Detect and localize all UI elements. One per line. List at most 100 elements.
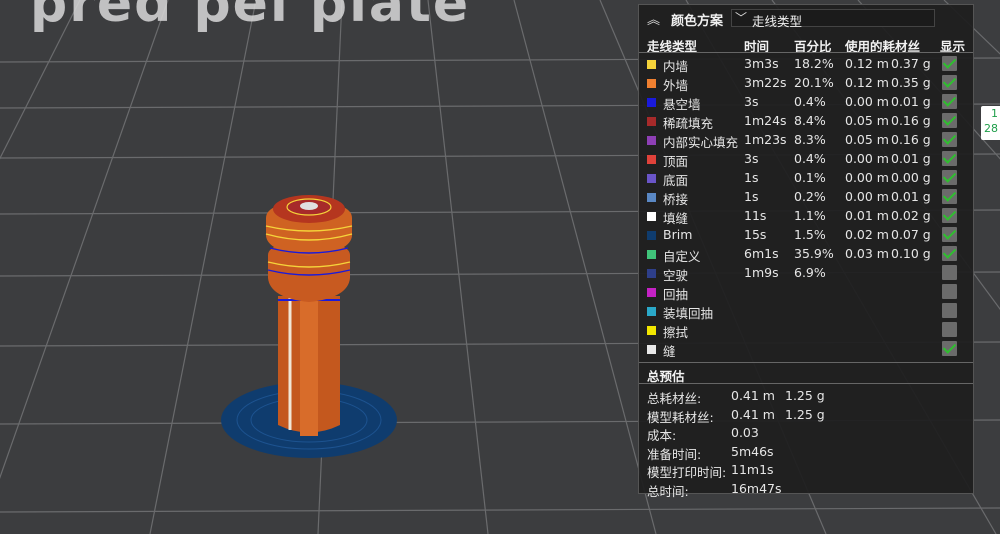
show-checkbox[interactable] bbox=[942, 113, 957, 128]
color-swatch bbox=[647, 326, 656, 335]
legend-row: Brim 15s 1.5% 0.02 m 0.07 g bbox=[639, 226, 973, 245]
color-swatch bbox=[647, 288, 656, 297]
feature-length: 0.01 m bbox=[845, 208, 889, 223]
summary-label: 准备时间: bbox=[647, 446, 702, 462]
summary-value: 5m46s bbox=[731, 443, 774, 459]
feature-weight: 0.00 g bbox=[891, 170, 931, 185]
side-indicator: 1 28 bbox=[981, 106, 1000, 140]
feature-length: 0.05 m bbox=[845, 132, 889, 147]
legend-row: 顶面 3s 0.4% 0.00 m 0.01 g bbox=[639, 150, 973, 169]
show-checkbox[interactable] bbox=[942, 284, 957, 299]
legend-row: 空驶 1m9s 6.9% bbox=[639, 264, 973, 283]
show-checkbox[interactable] bbox=[942, 170, 957, 185]
header-divider bbox=[639, 52, 973, 53]
feature-time: 3s bbox=[744, 94, 759, 109]
feature-name: Brim bbox=[663, 227, 693, 242]
legend-row: 自定义 6m1s 35.9% 0.03 m 0.10 g bbox=[639, 245, 973, 264]
feature-name: 悬空墙 bbox=[663, 97, 701, 112]
legend-row: 稀疏填充 1m24s 8.4% 0.05 m 0.16 g bbox=[639, 112, 973, 131]
color-swatch bbox=[647, 212, 656, 221]
feature-name: 桥接 bbox=[663, 192, 689, 207]
color-swatch bbox=[647, 345, 656, 354]
summary-value: 16m47s bbox=[731, 480, 782, 496]
feature-length: 0.12 m bbox=[845, 75, 889, 90]
feature-name: 稀疏填充 bbox=[663, 116, 714, 131]
legend-row: 底面 1s 0.1% 0.00 m 0.00 g bbox=[639, 169, 973, 188]
summary-row: 总时间: 16m47s bbox=[639, 481, 973, 500]
feature-name: 缝 bbox=[663, 344, 676, 359]
feature-name: 内墙 bbox=[663, 59, 689, 74]
feature-percent: 1.5% bbox=[794, 227, 826, 242]
summary-row: 总耗材丝: 0.41 m 1.25 g bbox=[639, 388, 973, 407]
show-checkbox[interactable] bbox=[942, 208, 957, 223]
summary-label: 模型打印时间: bbox=[647, 465, 727, 480]
feature-time: 1s bbox=[744, 189, 759, 204]
show-checkbox[interactable] bbox=[942, 227, 957, 242]
feature-percent: 0.4% bbox=[794, 94, 826, 109]
summary-label: 模型耗材丝: bbox=[647, 409, 714, 425]
legend-row: 擦拭 bbox=[639, 321, 973, 340]
feature-percent: 20.1% bbox=[794, 75, 834, 90]
summary-label: 成本: bbox=[647, 428, 677, 443]
feature-name: 装填回抽 bbox=[663, 306, 714, 321]
feature-percent: 0.1% bbox=[794, 170, 826, 185]
show-checkbox[interactable] bbox=[942, 341, 957, 356]
collapse-icon[interactable]: ︽ bbox=[647, 9, 660, 28]
feature-name: 回抽 bbox=[663, 287, 689, 302]
summary-label: 总时间: bbox=[647, 483, 689, 499]
feature-name: 顶面 bbox=[663, 154, 689, 169]
color-scheme-value: 走线类型 bbox=[752, 14, 803, 29]
legend-row: 装填回抽 bbox=[639, 302, 973, 321]
color-scheme-dropdown[interactable]: ﹀ 走线类型 bbox=[731, 9, 935, 29]
legend-row: 内部实心填充 1m23s 8.3% 0.05 m 0.16 g bbox=[639, 131, 973, 150]
show-checkbox[interactable] bbox=[942, 189, 957, 204]
show-checkbox[interactable] bbox=[942, 265, 957, 280]
feature-weight: 0.07 g bbox=[891, 227, 931, 242]
legend-row: 回抽 bbox=[639, 283, 973, 302]
legend-row: 缝 bbox=[639, 340, 973, 359]
feature-name: 底面 bbox=[663, 173, 689, 188]
feature-time: 3s bbox=[744, 151, 759, 166]
color-swatch bbox=[647, 117, 656, 126]
summary-label: 总耗材丝: bbox=[647, 391, 702, 406]
feature-time: 1s bbox=[744, 170, 759, 185]
legend-row: 填缝 11s 1.1% 0.01 m 0.02 g bbox=[639, 207, 973, 226]
feature-name: 外墙 bbox=[663, 78, 689, 93]
feature-percent: 6.9% bbox=[794, 265, 826, 280]
show-checkbox[interactable] bbox=[942, 246, 957, 261]
feature-length: 0.00 m bbox=[845, 189, 889, 204]
feature-percent: 18.2% bbox=[794, 56, 834, 71]
feature-weight: 0.37 g bbox=[891, 56, 931, 71]
summary-value-2: 1.25 g bbox=[785, 406, 825, 422]
color-swatch bbox=[647, 98, 656, 107]
feature-time: 15s bbox=[744, 227, 767, 242]
summary-value-2: 1.25 g bbox=[785, 388, 825, 403]
legend-row: 外墙 3m22s 20.1% 0.12 m 0.35 g bbox=[639, 74, 973, 93]
feature-time: 3m22s bbox=[744, 75, 787, 90]
feature-name: 内部实心填充 bbox=[663, 135, 739, 150]
show-checkbox[interactable] bbox=[942, 94, 957, 109]
color-swatch bbox=[647, 136, 656, 145]
color-scheme-label: 颜色方案 bbox=[671, 14, 724, 29]
show-checkbox[interactable] bbox=[942, 151, 957, 166]
feature-weight: 0.16 g bbox=[891, 132, 931, 147]
color-swatch bbox=[647, 193, 656, 202]
feature-percent: 1.1% bbox=[794, 208, 826, 223]
feature-time: 1m24s bbox=[744, 113, 787, 128]
feature-weight: 0.01 g bbox=[891, 151, 931, 166]
color-swatch bbox=[647, 250, 656, 259]
show-checkbox[interactable] bbox=[942, 75, 957, 90]
show-checkbox[interactable] bbox=[942, 322, 957, 337]
feature-weight: 0.35 g bbox=[891, 75, 931, 90]
show-checkbox[interactable] bbox=[942, 132, 957, 147]
show-checkbox[interactable] bbox=[942, 303, 957, 318]
summary-divider bbox=[639, 362, 973, 363]
side-indicator-line2: 28 bbox=[984, 122, 998, 135]
summary-row: 模型打印时间: 11m1s bbox=[639, 462, 973, 481]
feature-weight: 0.01 g bbox=[891, 94, 931, 109]
summary-row: 成本: 0.03 bbox=[639, 425, 973, 444]
show-checkbox[interactable] bbox=[942, 56, 957, 71]
color-swatch bbox=[647, 307, 656, 316]
feature-length: 0.00 m bbox=[845, 151, 889, 166]
legend-panel: ︽ 颜色方案 ﹀ 走线类型 走线类型 时间 百分比 使用的耗材丝 显示 内墙 3m… bbox=[638, 4, 974, 499]
